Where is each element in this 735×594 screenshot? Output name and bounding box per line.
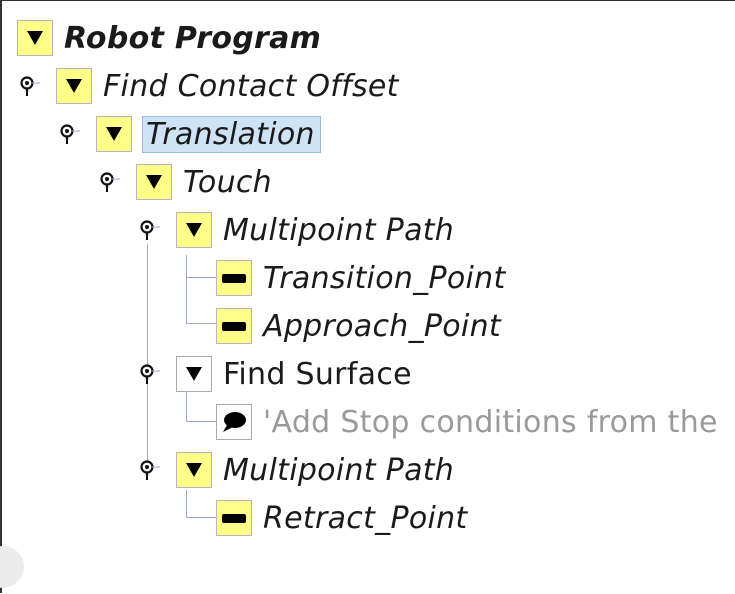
tree-node-approach-point[interactable]: Approach_Point [216,306,501,346]
triangle-down-icon [106,127,122,141]
pin-icon[interactable] [138,458,160,480]
node-label: Multipoint Path [223,452,455,488]
triangle-down-icon [146,175,162,189]
tree-line [186,517,218,518]
pin-icon[interactable] [58,122,80,144]
triangle-down-icon [66,79,82,93]
tree-node-robot-program[interactable]: Robot Program [17,18,321,58]
waypoint-dash-icon [222,273,246,283]
speech-bubble-icon [223,412,246,432]
tree-node-multipoint-path[interactable]: Multipoint Path [176,210,454,250]
node-label: 'Add Stop conditions from the [263,404,718,440]
triangle-down-icon [186,463,202,477]
tree-node-multipoint-path[interactable]: Multipoint Path [176,450,454,490]
pin-icon[interactable] [18,74,40,96]
tree-line [186,255,187,323]
tree-line [147,244,148,470]
expand-toggle[interactable] [96,116,132,152]
tree-node-translation[interactable]: Translation [96,114,321,154]
waypoint-icon-box [216,260,252,296]
comment-icon-box [216,404,252,440]
expand-toggle[interactable] [176,452,212,488]
waypoint-dash-icon [222,321,246,331]
waypoint-icon-box [216,500,252,536]
node-label: Multipoint Path [223,212,455,248]
tree-line [186,392,187,421]
pin-icon[interactable] [138,362,160,384]
waypoint-icon-box [216,308,252,344]
triangle-down-icon [186,223,202,237]
node-label-selected: Translation [142,115,321,153]
expand-toggle[interactable] [176,212,212,248]
pin-icon[interactable] [98,170,120,192]
node-label: Find Contact Offset [103,68,399,104]
expand-toggle[interactable] [176,356,212,392]
tree-node-find-surface[interactable]: Find Surface [176,354,412,394]
tree-node-touch[interactable]: Touch [136,162,272,202]
tree-node-comment[interactable]: 'Add Stop conditions from the [216,402,718,442]
pin-icon[interactable] [138,218,160,240]
waypoint-dash-icon [222,513,246,523]
expand-toggle[interactable] [56,68,92,104]
node-label: Find Surface [223,356,412,392]
tree-line [186,277,218,278]
tree-node-find-contact-offset[interactable]: Find Contact Offset [56,66,399,106]
triangle-down-icon [27,31,43,45]
tree-node-transition-point[interactable]: Transition_Point [216,258,506,298]
expand-toggle[interactable] [136,164,172,200]
tree-node-retract-point[interactable]: Retract_Point [216,498,468,538]
tree-line [186,490,187,517]
tree-line [186,421,218,422]
expand-toggle[interactable] [17,20,53,56]
node-label: Approach_Point [263,308,501,344]
triangle-down-icon [186,367,202,381]
node-label: Robot Program [64,20,322,56]
node-label: Retract_Point [263,500,468,536]
node-label: Touch [183,164,272,200]
node-label: Transition_Point [263,260,506,296]
tree-line [186,323,218,324]
